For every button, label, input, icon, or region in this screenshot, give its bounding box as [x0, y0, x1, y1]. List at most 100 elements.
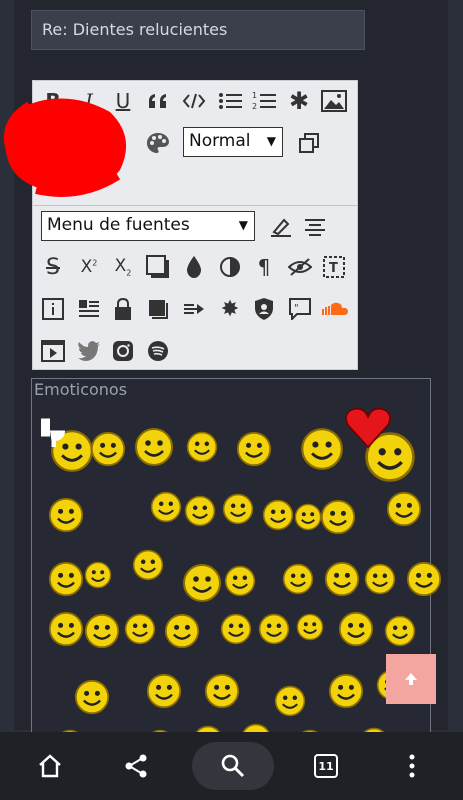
spotify-button[interactable] — [143, 337, 173, 365]
smiley-emoticon[interactable] — [236, 431, 272, 467]
home-button[interactable] — [20, 732, 80, 800]
superscript-button[interactable]: X2 — [75, 253, 103, 281]
smiley-emoticon[interactable] — [258, 613, 290, 645]
superscript-icon: X2 — [80, 257, 98, 277]
pilcrow-icon: ¶ — [257, 255, 271, 279]
smiley-emoticon[interactable] — [274, 685, 306, 717]
smiley-emoticon[interactable] — [48, 561, 84, 597]
quote-bubble-button[interactable]: " — [285, 295, 315, 323]
align-center-icon — [305, 219, 325, 236]
smiley-emoticon[interactable] — [328, 673, 364, 709]
copy-button[interactable] — [295, 129, 323, 157]
shield-icon — [255, 298, 273, 320]
text-wrap-icon — [79, 300, 99, 317]
twitter-button[interactable] — [75, 337, 103, 365]
video-button[interactable] — [39, 337, 67, 365]
shadow-button[interactable] — [143, 253, 173, 281]
highlight-button[interactable] — [267, 213, 295, 241]
svg-text:2: 2 — [252, 102, 257, 111]
smiley-emoticon[interactable] — [182, 563, 222, 603]
share-icon — [125, 754, 147, 778]
search-icon-wrap — [203, 732, 263, 800]
smiley-emoticon[interactable] — [132, 549, 164, 581]
smiley-emoticon[interactable] — [184, 495, 216, 527]
info-button[interactable] — [39, 295, 67, 323]
smiley-emoticon[interactable] — [134, 427, 174, 467]
square-icon — [149, 300, 168, 319]
smiley-emoticon[interactable] — [296, 613, 324, 641]
smiley-emoticon[interactable] — [386, 491, 422, 527]
smiley-emoticon[interactable] — [150, 491, 182, 523]
strikethrough-button[interactable]: S — [39, 253, 67, 281]
smiley-emoticon[interactable] — [74, 679, 110, 715]
hide-button[interactable] — [285, 253, 315, 281]
text-box-button[interactable]: T — [319, 253, 349, 281]
font-size-select[interactable]: Normal ▼ — [183, 127, 283, 157]
smiley-emoticon[interactable] — [222, 493, 254, 525]
smiley-emoticon[interactable] — [282, 563, 314, 595]
smiley-emoticon[interactable] — [384, 615, 416, 647]
smiley-emoticon[interactable] — [84, 613, 120, 649]
chevron-down-icon: ▼ — [266, 134, 276, 148]
spotify-icon — [148, 341, 168, 361]
smiley-emoticon[interactable] — [224, 565, 256, 597]
smiley-emoticon[interactable] — [406, 561, 442, 597]
scroll-to-top-button[interactable] — [386, 654, 436, 704]
subject-input[interactable]: Re: Dientes relucientes — [31, 10, 365, 50]
menu-button[interactable] — [382, 732, 442, 800]
contrast-icon — [220, 257, 240, 277]
smiley-emoticon[interactable] — [164, 613, 200, 649]
smiley-emoticon[interactable] — [324, 561, 360, 597]
smiley-emoticon[interactable] — [204, 673, 240, 709]
arrow-up-icon — [405, 673, 417, 685]
smiley-emoticon[interactable] — [186, 431, 218, 463]
glow-button[interactable] — [179, 253, 209, 281]
text-box-icon: T — [323, 256, 345, 278]
soundcloud-button[interactable] — [319, 295, 351, 323]
contrast-button[interactable] — [215, 253, 245, 281]
align-center-button[interactable] — [301, 213, 329, 241]
smiley-emoticon[interactable] — [124, 613, 156, 645]
smiley-emoticon[interactable] — [48, 611, 84, 647]
smiley-emoticon[interactable] — [300, 427, 344, 471]
asterisk-button[interactable]: ✱ — [285, 87, 313, 115]
smiley-emoticon[interactable] — [338, 611, 374, 647]
smiley-emoticon[interactable] — [48, 497, 84, 533]
justify-button[interactable] — [75, 295, 103, 323]
font-size-value: Normal — [189, 131, 251, 151]
indent-button[interactable] — [179, 295, 209, 323]
toilet-emoticon[interactable] — [38, 415, 68, 449]
smiley-emoticon[interactable] — [294, 503, 322, 531]
instagram-icon — [113, 341, 133, 361]
paragraph-button[interactable]: ¶ — [249, 253, 279, 281]
share-button[interactable] — [106, 732, 166, 800]
lock-button[interactable] — [109, 295, 137, 323]
smiley-emoticon[interactable] — [364, 563, 396, 595]
code-button[interactable] — [179, 87, 209, 115]
shadow-box-icon — [146, 255, 169, 278]
red-annotation-scribble — [4, 98, 127, 197]
image-button[interactable] — [319, 87, 349, 115]
spoiler-button[interactable] — [143, 295, 173, 323]
smiley-emoticon[interactable] — [84, 561, 112, 589]
instagram-button[interactable] — [109, 337, 137, 365]
heart-emoticon[interactable] — [344, 405, 392, 449]
svg-text:T: T — [329, 261, 338, 276]
color-palette-button[interactable] — [143, 129, 173, 157]
user-shield-button[interactable] — [249, 295, 279, 323]
quote-button[interactable] — [143, 87, 173, 115]
browser-bottom-bar: 11 — [0, 732, 463, 800]
smiley-emoticon[interactable] — [90, 431, 126, 467]
numbered-list-button[interactable]: 12 — [249, 87, 279, 115]
smiley-emoticon[interactable] — [220, 613, 252, 645]
tabs-button[interactable]: 11 — [296, 732, 356, 800]
smiley-emoticon[interactable] — [146, 673, 182, 709]
smiley-emoticon[interactable] — [320, 499, 356, 535]
smiley-emoticon[interactable] — [262, 499, 294, 531]
palette-icon — [147, 133, 169, 153]
sparkle-button[interactable]: ✸ — [215, 295, 245, 323]
emoticons-panel: Emoticonos — [31, 378, 442, 761]
font-family-select[interactable]: Menu de fuentes ▼ — [41, 211, 255, 241]
bulleted-list-button[interactable] — [215, 87, 245, 115]
subscript-button[interactable]: X2 — [109, 253, 137, 281]
